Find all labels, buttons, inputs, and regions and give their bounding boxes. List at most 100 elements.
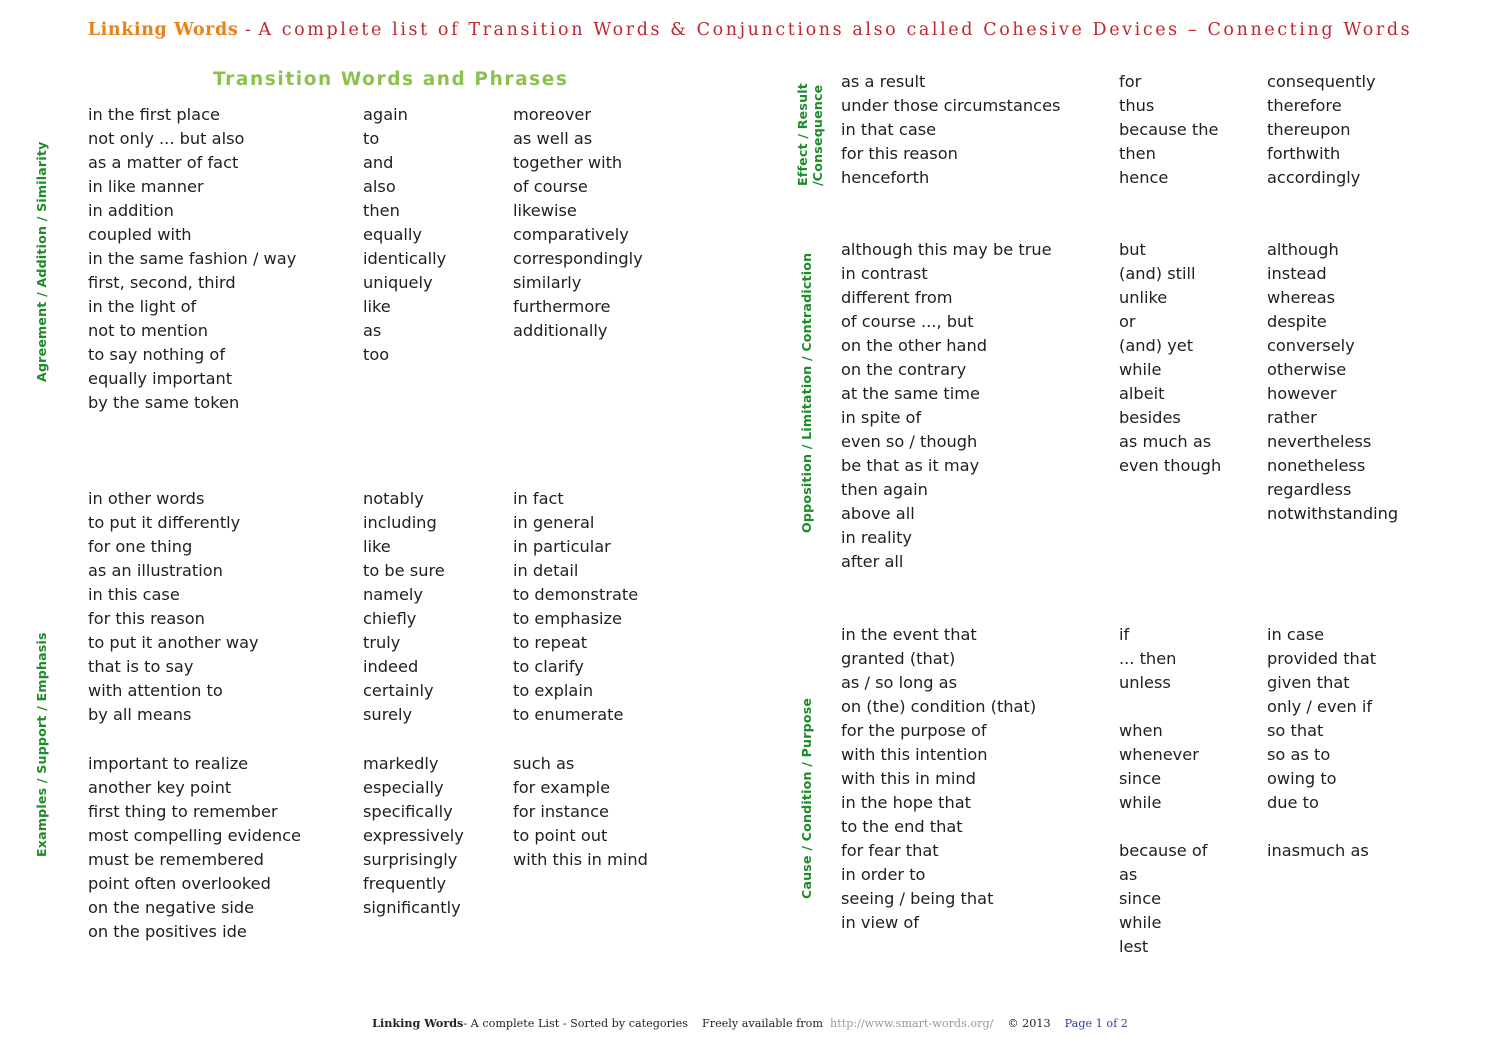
category-label-line2: Consequence bbox=[810, 84, 825, 181]
transition-word: (and) yet bbox=[1119, 336, 1194, 355]
transition-word: for example bbox=[513, 778, 611, 797]
transition-word: so as to bbox=[1267, 745, 1331, 764]
transition-word: as / so long as bbox=[841, 673, 958, 692]
transition-word: in general bbox=[513, 513, 595, 532]
transition-word: to put it differently bbox=[88, 513, 241, 532]
transition-word: to be sure bbox=[363, 561, 445, 580]
transition-word: must be remembered bbox=[88, 850, 264, 869]
transition-word: equally bbox=[363, 225, 422, 244]
transition-word: only / even if bbox=[1267, 697, 1373, 716]
transition-word: with this in mind bbox=[841, 769, 976, 788]
transition-word: together with bbox=[513, 153, 623, 172]
transition-word: to the end that bbox=[841, 817, 963, 836]
transition-word: in the first place bbox=[88, 105, 220, 124]
transition-word: after all bbox=[841, 552, 904, 571]
transition-word: on the other hand bbox=[841, 336, 988, 355]
transition-word: to point out bbox=[513, 826, 608, 845]
transition-word: in addition bbox=[88, 201, 174, 220]
document-title-subtitle: A complete list of Transition Words & Co… bbox=[258, 20, 1413, 40]
transition-word: whenever bbox=[1119, 745, 1199, 764]
transition-word: to say nothing of bbox=[88, 345, 226, 364]
transition-word: in particular bbox=[513, 537, 611, 556]
transition-word: again bbox=[363, 105, 408, 124]
transition-word: for this reason bbox=[88, 609, 205, 628]
transition-word: in like manner bbox=[88, 177, 204, 196]
transition-word: to put it another way bbox=[88, 633, 259, 652]
transition-word: to explain bbox=[513, 681, 594, 700]
transition-word: indeed bbox=[363, 657, 419, 676]
transition-word: in the hope that bbox=[841, 793, 972, 812]
word-column: because of as since while lest bbox=[1119, 839, 1207, 959]
transition-word: correspondingly bbox=[513, 249, 643, 268]
transition-word: at the same time bbox=[841, 384, 980, 403]
footer-available: Freely available from bbox=[701, 1017, 823, 1030]
transition-word: moreover bbox=[513, 105, 592, 124]
transition-word: not only ... but also bbox=[88, 129, 245, 148]
transition-word: accordingly bbox=[1267, 168, 1361, 187]
transition-word: consequently bbox=[1267, 72, 1376, 91]
word-column: but (and) still unlike or (and) yet while albe… bbox=[1119, 238, 1221, 478]
transition-word: on the contrary bbox=[841, 360, 967, 379]
word-column: markedly especially specifically expressive… bbox=[363, 752, 464, 920]
word-column: consequently therefore thereupon forthwith a… bbox=[1267, 70, 1376, 190]
transition-word: uniquely bbox=[363, 273, 433, 292]
transition-word: while bbox=[1119, 360, 1162, 379]
transition-word: to demonstrate bbox=[513, 585, 639, 604]
transition-word: however bbox=[1267, 384, 1337, 403]
transition-word: hence bbox=[1119, 168, 1169, 187]
transition-word: henceforth bbox=[841, 168, 930, 187]
transition-word: first thing to remember bbox=[88, 802, 278, 821]
transition-word: as a result bbox=[841, 72, 926, 91]
transition-word: in contrast bbox=[841, 264, 928, 283]
transition-word: forthwith bbox=[1267, 144, 1341, 163]
transition-word: so that bbox=[1267, 721, 1324, 740]
transition-word: or bbox=[1119, 312, 1136, 331]
transition-word: truly bbox=[363, 633, 401, 652]
transition-word: frequently bbox=[363, 874, 447, 893]
transition-word: besides bbox=[1119, 408, 1181, 427]
transition-word: despite bbox=[1267, 312, 1327, 331]
transition-word: too bbox=[363, 345, 390, 364]
footer-brand: Linking Words bbox=[372, 1016, 464, 1030]
transition-word: likewise bbox=[513, 201, 577, 220]
transition-word: whereas bbox=[1267, 288, 1336, 307]
transition-word: for fear that bbox=[841, 841, 939, 860]
transition-word: with attention to bbox=[88, 681, 223, 700]
transition-word: for one thing bbox=[88, 537, 193, 556]
transition-word: regardless bbox=[1267, 480, 1352, 499]
transition-word: for instance bbox=[513, 802, 609, 821]
transition-word: including bbox=[363, 513, 437, 532]
footer-desc: - A complete List - Sorted by categories bbox=[463, 1017, 688, 1030]
transition-word: as an illustration bbox=[88, 561, 223, 580]
transition-word: furthermore bbox=[513, 297, 611, 316]
transition-word: be that as it may bbox=[841, 456, 980, 475]
transition-word: another key point bbox=[88, 778, 232, 797]
transition-word: owing to bbox=[1267, 769, 1337, 788]
transition-word: on the negative side bbox=[88, 898, 255, 917]
transition-word: unlike bbox=[1119, 288, 1168, 307]
transition-word: surprisingly bbox=[363, 850, 458, 869]
transition-word: of course bbox=[513, 177, 588, 196]
transition-word: provided that bbox=[1267, 649, 1377, 668]
transition-word: because of bbox=[1119, 841, 1208, 860]
word-column: for thus because the then hence bbox=[1119, 70, 1218, 190]
word-column: in fact in general in particular in detail t… bbox=[513, 487, 638, 727]
transition-word: comparatively bbox=[513, 225, 629, 244]
transition-word: certainly bbox=[363, 681, 434, 700]
footer-url[interactable]: http://www.smart-words.org/ bbox=[830, 1017, 993, 1030]
word-column: notably including like to be sure namely chie… bbox=[363, 487, 445, 727]
transition-word: as a matter of fact bbox=[88, 153, 239, 172]
transition-word: different from bbox=[841, 288, 953, 307]
transition-word: in order to bbox=[841, 865, 926, 884]
transition-word: surely bbox=[363, 705, 413, 724]
transition-word: first, second, third bbox=[88, 273, 236, 292]
transition-word: (and) still bbox=[1119, 264, 1196, 283]
word-column: in case provided that given that only / eve… bbox=[1267, 623, 1376, 815]
transition-word: albeit bbox=[1119, 384, 1165, 403]
category-label-cause-a: Cause / Condition / Purpose bbox=[799, 697, 814, 899]
page-title: Transition Words and Phrases bbox=[213, 69, 569, 90]
footer-page-number: Page 1 of 2 bbox=[1064, 1017, 1128, 1030]
transition-word: because the bbox=[1119, 120, 1219, 139]
transition-word: notably bbox=[363, 489, 424, 508]
transition-word: in the event that bbox=[841, 625, 977, 644]
